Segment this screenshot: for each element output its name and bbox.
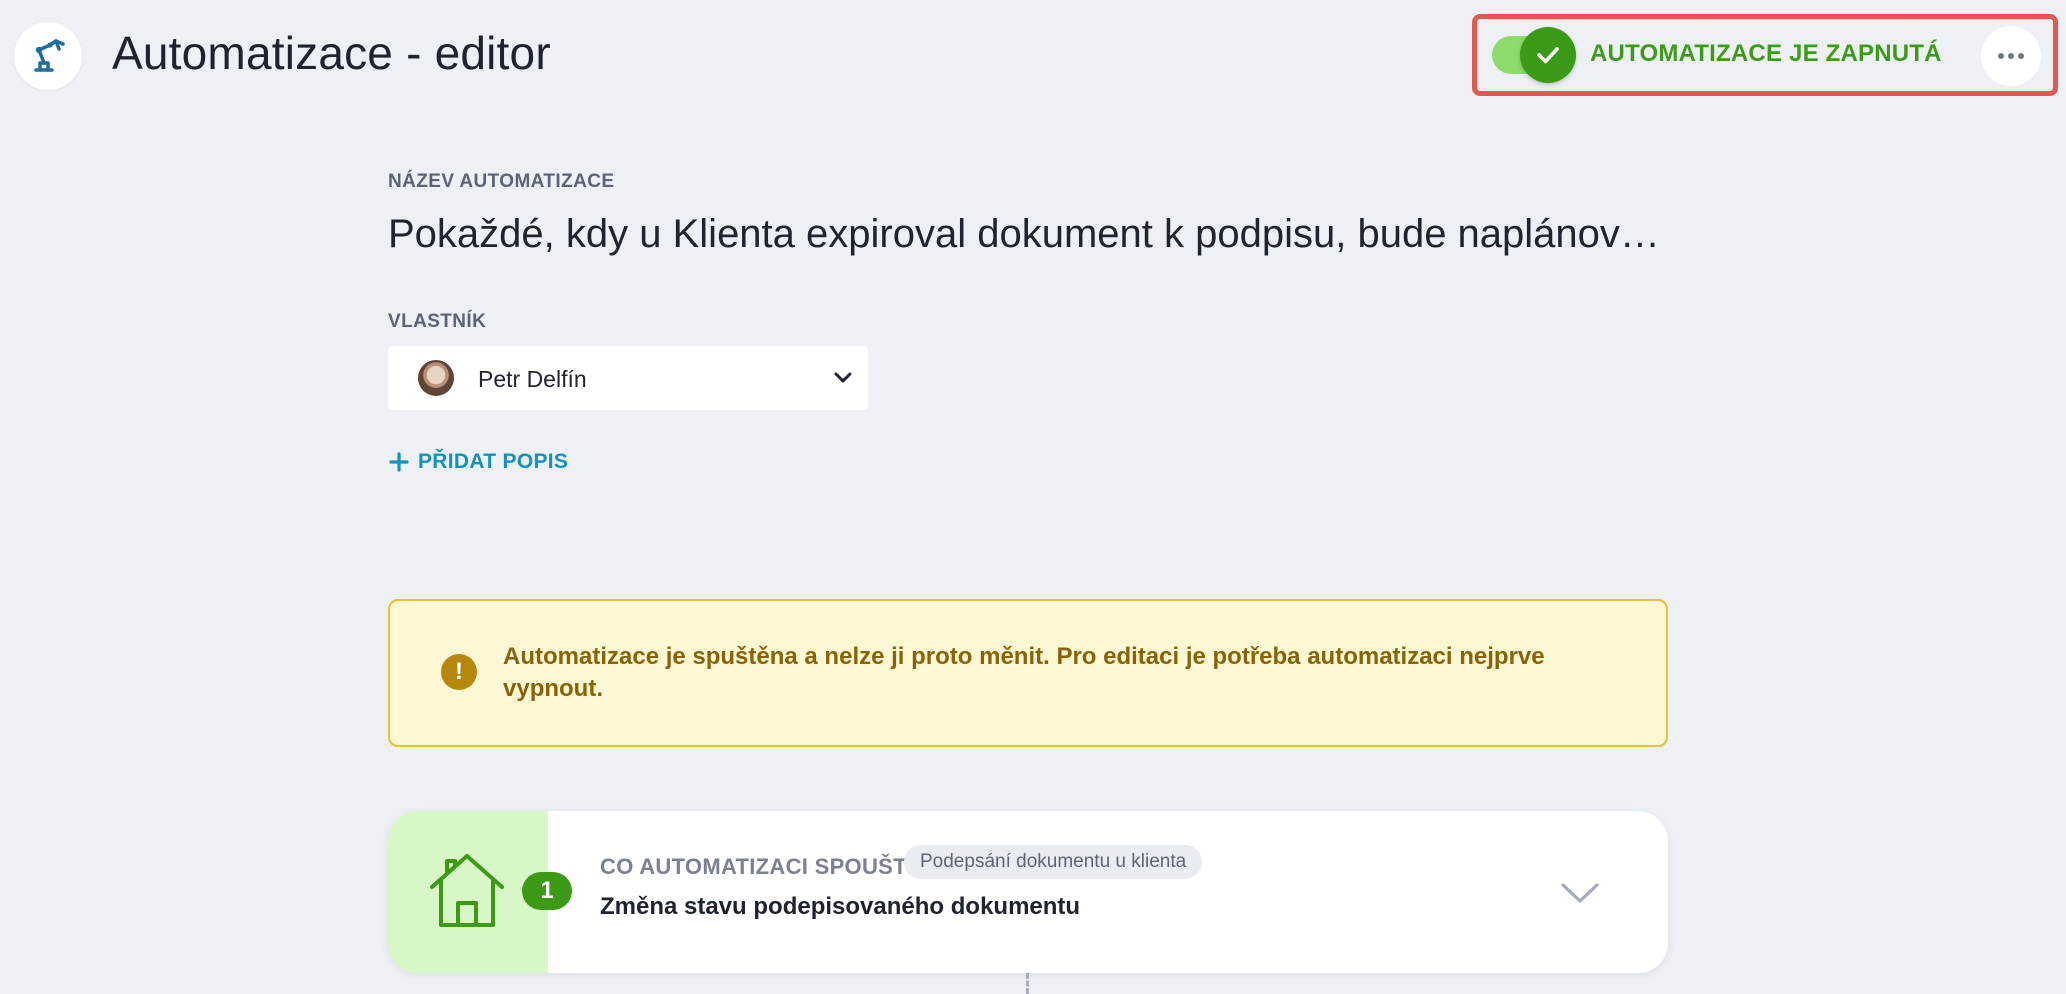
trigger-title: Změna stavu podepisovaného dokumentu xyxy=(600,893,1081,920)
add-description-label: PŘIDAT POPIS xyxy=(418,450,569,473)
locked-warning-alert: ! Automatizace je spuštěna a nelze ji pr… xyxy=(388,599,1668,747)
chevron-down-icon[interactable] xyxy=(1560,881,1600,905)
owner-label: VLASTNÍK xyxy=(388,311,487,332)
plus-icon xyxy=(389,452,409,472)
automation-toggle-knob[interactable] xyxy=(1520,27,1576,83)
owner-name: Petr Delfín xyxy=(478,366,587,392)
step-number-badge: 1 xyxy=(522,872,572,910)
page-title: Automatizace - editor xyxy=(112,27,551,79)
trigger-tag: Podepsání dokumentu u klienta xyxy=(904,845,1203,879)
app-logo xyxy=(14,22,82,90)
alert-message: Automatizace je spuštěna a nelze ji prot… xyxy=(503,643,1545,702)
automation-status-text[interactable]: AUTOMATIZACE JE ZAPNUTÁ xyxy=(1590,40,1942,68)
chevron-down-icon xyxy=(834,372,852,383)
add-description-button[interactable]: PŘIDAT POPIS xyxy=(388,450,568,474)
more-options-button[interactable] xyxy=(1981,26,2041,86)
trigger-label: CO AUTOMATIZACI SPOUŠTÍ xyxy=(600,854,914,879)
automation-name-value[interactable]: Pokaždé, kdy u Klienta expiroval dokumen… xyxy=(388,212,1660,257)
owner-select[interactable]: Petr Delfín xyxy=(388,346,868,410)
house-icon xyxy=(430,854,504,927)
avatar xyxy=(418,360,454,396)
trigger-card[interactable]: CO AUTOMATIZACI SPOUŠTÍ Podepsání dokume… xyxy=(388,811,1668,973)
automation-name-label: NÁZEV AUTOMATIZACE xyxy=(388,171,615,192)
checkmark-icon xyxy=(1537,47,1559,64)
robot-arm-icon xyxy=(34,39,65,72)
step-connector xyxy=(1026,973,1029,994)
more-horizontal-icon xyxy=(1998,53,2024,59)
warning-icon: ! xyxy=(441,654,477,690)
